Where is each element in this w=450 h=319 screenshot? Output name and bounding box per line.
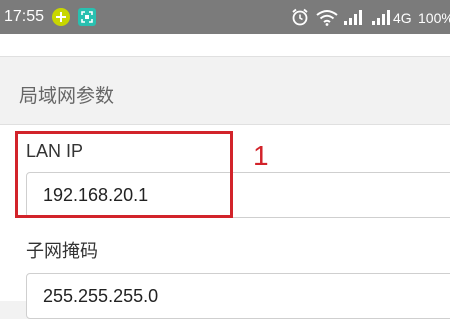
network-type: 4G — [393, 10, 412, 26]
annotation-number: 1 — [253, 140, 269, 171]
status-bar: 17:55 4G 100 — [0, 0, 450, 34]
plus-notification-icon — [52, 8, 70, 30]
subnet-mask-input[interactable]: 255.255.255.0 — [26, 273, 450, 319]
alarm-icon — [291, 8, 309, 30]
screenshot-icon — [78, 8, 96, 30]
subnet-mask-label: 子网掩码 — [26, 241, 98, 261]
battery-level: 100% — [418, 10, 450, 26]
status-time: 17:55 — [4, 8, 45, 25]
signal-4g-icon — [372, 10, 390, 29]
wifi-icon — [316, 9, 338, 30]
annotation-highlight-box — [15, 131, 233, 218]
section-title: 局域网参数 — [19, 85, 115, 107]
previous-settings-card — [0, 34, 450, 57]
signal-icon — [344, 10, 362, 29]
